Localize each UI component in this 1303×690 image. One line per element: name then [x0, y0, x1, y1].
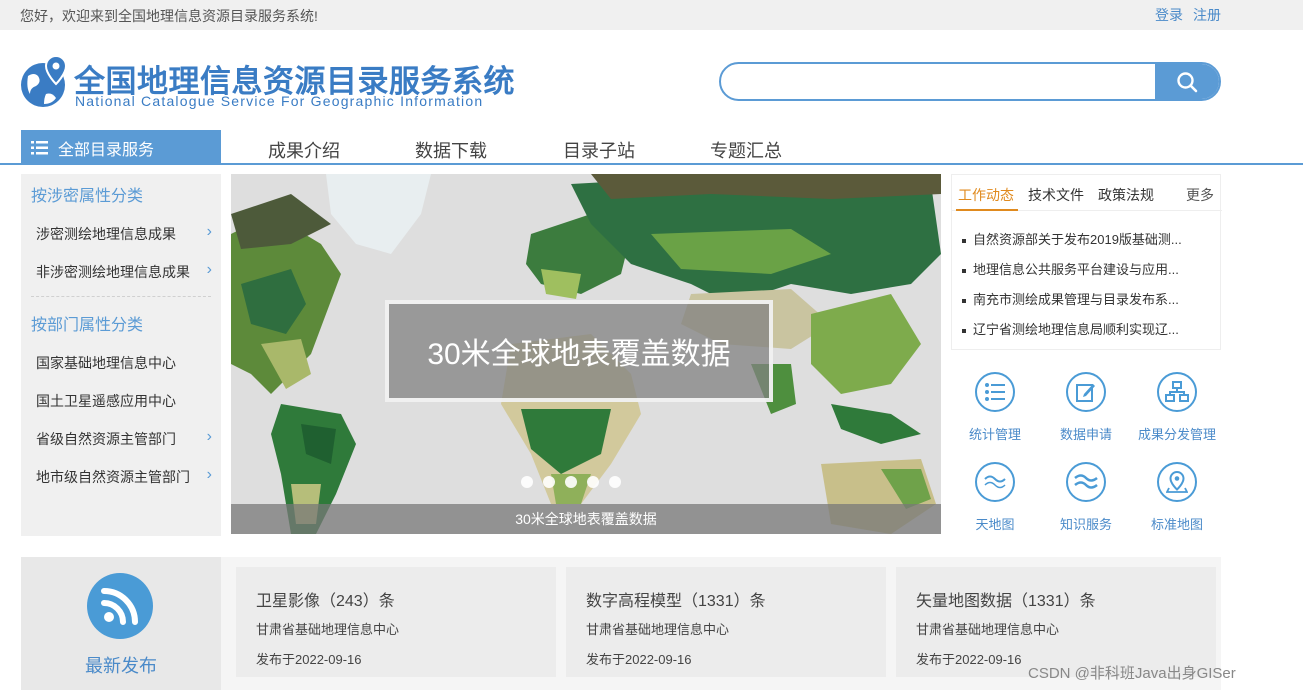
- hierarchy-icon: [1157, 372, 1197, 412]
- sidebar-item-label: 国土卫星遥感应用中心: [36, 393, 176, 409]
- csdn-watermark: CSDN @非科班Java出身GISer: [1028, 665, 1236, 682]
- site-subtitle: National Catalogue Service For Geographi…: [75, 93, 484, 109]
- banner-caption: 30米全球地表覆盖数据: [231, 504, 941, 534]
- search-button[interactable]: [1155, 64, 1219, 99]
- tab-policy[interactable]: 政策法规: [1098, 185, 1154, 205]
- globe-pin-icon: [21, 54, 68, 107]
- news-item-text: 南充市测绘成果管理与目录发布系...: [973, 292, 1179, 307]
- quick-link-label: 成果分发管理: [1137, 427, 1216, 442]
- carousel-dot-4[interactable]: [587, 476, 599, 488]
- sidebar-item-municipal[interactable]: 地市级自然资源主管部门 ›: [36, 466, 216, 487]
- quick-link-standard-map[interactable]: 标准地图: [1133, 446, 1221, 532]
- news-tabs: 工作动态 技术文件 政策法规 更多: [952, 175, 1222, 211]
- list-icon: [975, 372, 1015, 412]
- bullet-icon: [962, 238, 966, 243]
- bullet-icon: [962, 298, 966, 303]
- quick-link-tianditu[interactable]: 天地图: [951, 446, 1039, 532]
- card-title: 数字高程模型（1331）条: [586, 593, 766, 610]
- card-org: 甘肃省基础地理信息中心: [586, 622, 730, 637]
- release-card-dem[interactable]: 数字高程模型（1331）条 甘肃省基础地理信息中心 发布于2022-09-16: [566, 567, 886, 677]
- banner-carousel[interactable]: 30米全球地表覆盖数据 30米全球地表覆盖数据: [231, 174, 941, 534]
- search-input[interactable]: [721, 64, 1157, 99]
- release-card-satellite[interactable]: 卫星影像（243）条 甘肃省基础地理信息中心 发布于2022-09-16: [236, 567, 556, 677]
- search-box: [719, 62, 1221, 101]
- news-item-text: 地理信息公共服务平台建设与应用...: [973, 262, 1179, 277]
- quick-link-statistics[interactable]: 统计管理: [951, 356, 1039, 442]
- quick-link-label: 数据申请: [1059, 427, 1112, 442]
- sidebar-item-label: 国家基础地理信息中心: [36, 355, 176, 371]
- carousel-dots: [521, 476, 631, 490]
- sidebar-item-label: 涉密测绘地理信息成果: [36, 226, 176, 242]
- news-item[interactable]: 辽宁省测绘地理信息局顺利实现辽...: [962, 319, 1212, 338]
- menu-icon: [31, 140, 48, 154]
- welcome-text: 您好，欢迎来到全国地理信息资源目录服务系统!: [20, 8, 318, 24]
- map-pin-icon: [1157, 462, 1197, 502]
- tab-work-updates[interactable]: 工作动态: [958, 185, 1014, 205]
- card-org: 甘肃省基础地理信息中心: [256, 622, 400, 637]
- carousel-dot-2[interactable]: [543, 476, 555, 488]
- news-item[interactable]: 自然资源部关于发布2019版基础测...: [962, 229, 1212, 248]
- carousel-dot-3[interactable]: [565, 476, 577, 488]
- sidebar-divider: [31, 296, 211, 297]
- knowledge-icon: [1066, 462, 1106, 502]
- latest-release-label: 最新发布: [85, 656, 157, 676]
- sidebar-item-ngcc[interactable]: 国家基础地理信息中心: [36, 353, 216, 373]
- all-catalog-label: 全部目录服务: [58, 141, 155, 159]
- card-title: 矢量地图数据（1331）条: [916, 593, 1096, 610]
- release-card-vector[interactable]: 矢量地图数据（1331）条 甘肃省基础地理信息中心 发布于2022-09-16: [896, 567, 1216, 677]
- chevron-right-icon: ›: [206, 428, 212, 445]
- register-link[interactable]: 注册: [1193, 5, 1221, 25]
- sidebar-group-title-secret: 按涉密属性分类: [31, 188, 144, 205]
- card-title: 卫星影像（243）条: [256, 593, 395, 610]
- news-item[interactable]: 地理信息公共服务平台建设与应用...: [962, 259, 1212, 278]
- chevron-right-icon: ›: [206, 223, 212, 240]
- tab-tech-docs[interactable]: 技术文件: [1028, 185, 1084, 205]
- card-org: 甘肃省基础地理信息中心: [916, 622, 1060, 637]
- news-item[interactable]: 南充市测绘成果管理与目录发布系...: [962, 289, 1212, 308]
- card-date: 发布于2022-09-16: [256, 652, 362, 667]
- news-item-text: 辽宁省测绘地理信息局顺利实现辽...: [973, 322, 1179, 337]
- quick-link-distribution[interactable]: 成果分发管理: [1133, 356, 1221, 442]
- quick-link-label: 天地图: [975, 517, 1015, 532]
- more-link[interactable]: 更多: [1186, 185, 1214, 205]
- news-panel: 工作动态 技术文件 政策法规 更多 自然资源部关于发布2019版基础测... 地…: [951, 174, 1222, 350]
- sidebar-item-provincial[interactable]: 省级自然资源主管部门 ›: [36, 428, 216, 449]
- active-tab-underline: [956, 209, 1018, 211]
- sidebar-item-nonsecret[interactable]: 非涉密测绘地理信息成果 ›: [36, 261, 216, 282]
- latest-release-panel[interactable]: 最新发布: [21, 557, 221, 690]
- bullet-icon: [962, 268, 966, 273]
- sidebar-group-title-dept: 按部门属性分类: [31, 317, 144, 334]
- top-bar: 您好，欢迎来到全国地理信息资源目录服务系统! 登录 注册: [0, 0, 1303, 30]
- sidebar-item-label: 地市级自然资源主管部门: [36, 469, 190, 485]
- quick-link-knowledge[interactable]: 知识服务: [1042, 446, 1130, 532]
- rss-icon: [87, 573, 153, 639]
- quick-link-label: 知识服务: [1059, 517, 1112, 532]
- nav-item-topics[interactable]: 专题汇总: [710, 137, 782, 163]
- carousel-dot-1[interactable]: [521, 476, 533, 488]
- sidebar-item-label: 省级自然资源主管部门: [36, 431, 176, 447]
- category-sidebar: 按涉密属性分类 涉密测绘地理信息成果 › 非涉密测绘地理信息成果 › 按部门属性…: [21, 174, 221, 536]
- sidebar-item-secret[interactable]: 涉密测绘地理信息成果 ›: [36, 223, 216, 244]
- login-link[interactable]: 登录: [1155, 5, 1183, 25]
- all-catalog-button[interactable]: 全部目录服务: [21, 130, 221, 165]
- nav-item-intro[interactable]: 成果介绍: [268, 137, 340, 163]
- search-icon: [1177, 71, 1198, 92]
- nav-item-download[interactable]: 数据下载: [415, 137, 487, 163]
- nav-item-substations[interactable]: 目录子站: [563, 137, 635, 163]
- card-date: 发布于2022-09-16: [586, 652, 692, 667]
- edit-icon: [1066, 372, 1106, 412]
- news-item-text: 自然资源部关于发布2019版基础测...: [973, 232, 1182, 247]
- quick-link-label: 标准地图: [1150, 517, 1203, 532]
- quick-link-label: 统计管理: [968, 427, 1021, 442]
- carousel-dot-5[interactable]: [609, 476, 621, 488]
- chevron-right-icon: ›: [206, 261, 212, 278]
- tianditu-logo-icon: [975, 462, 1015, 502]
- card-date: 发布于2022-09-16: [916, 652, 1022, 667]
- sidebar-item-satellite[interactable]: 国土卫星遥感应用中心: [36, 391, 216, 411]
- bullet-icon: [962, 328, 966, 333]
- chevron-right-icon: ›: [206, 466, 212, 483]
- sidebar-item-label: 非涉密测绘地理信息成果: [36, 264, 190, 280]
- banner-title: 30米全球地表覆盖数据: [385, 300, 773, 402]
- quick-link-data-request[interactable]: 数据申请: [1042, 356, 1130, 442]
